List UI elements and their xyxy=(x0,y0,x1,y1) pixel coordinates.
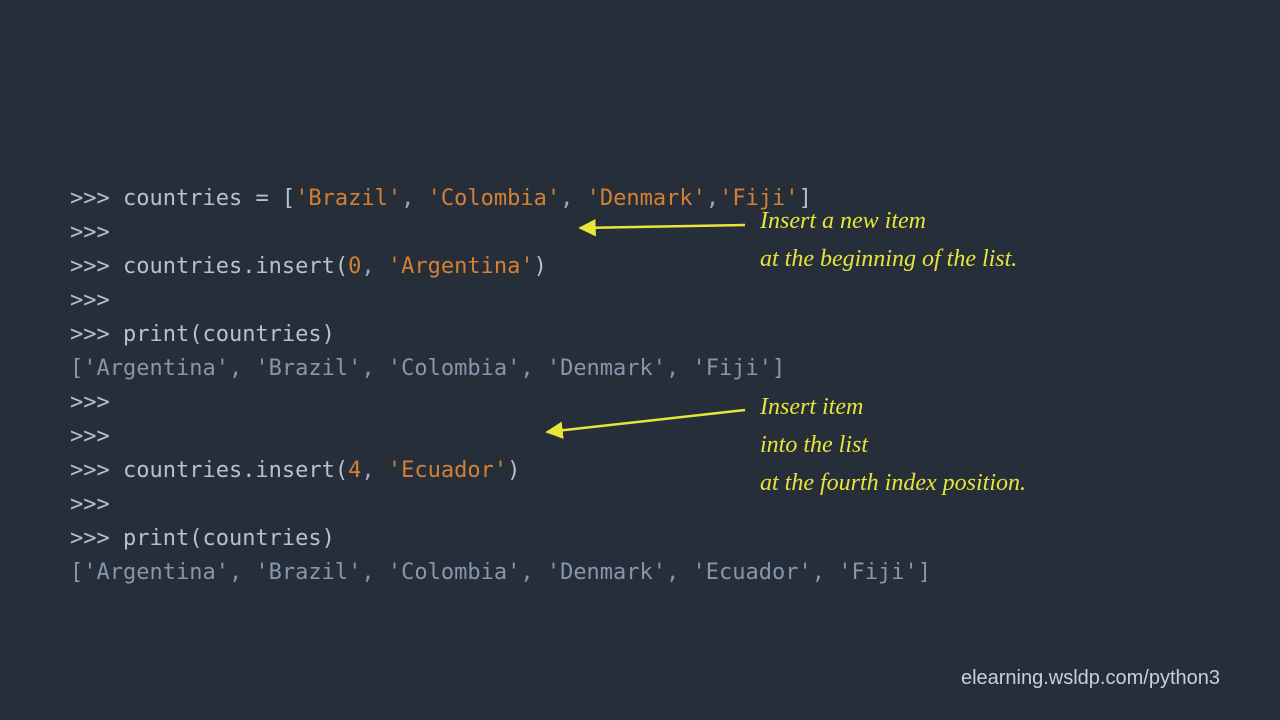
prompt: >>> xyxy=(70,424,110,449)
code-text: print(countries) xyxy=(123,322,335,347)
code-text: countries.insert( xyxy=(123,458,348,483)
prompt: >>> xyxy=(70,254,123,279)
annotation-line: Insert item xyxy=(760,388,1026,426)
code-text: , xyxy=(361,254,388,279)
code-text: ) xyxy=(534,254,547,279)
number-literal: 4 xyxy=(348,458,361,483)
number-literal: 0 xyxy=(348,254,361,279)
annotation-2: Insert item into the list at the fourth … xyxy=(760,388,1026,502)
prompt: >>> xyxy=(70,322,123,347)
code-text: print(countries) xyxy=(123,526,335,551)
code-text: countries.insert( xyxy=(123,254,348,279)
string-literal: 'Colombia' xyxy=(428,186,560,211)
string-literal: 'Ecuador' xyxy=(388,458,507,483)
prompt: >>> xyxy=(70,186,123,211)
slide: >>> countries = ['Brazil', 'Colombia', '… xyxy=(0,0,1280,720)
annotation-1: Insert a new item at the beginning of th… xyxy=(760,202,1017,278)
prompt: >>> xyxy=(70,390,110,415)
string-literal: 'Brazil' xyxy=(295,186,401,211)
annotation-line: at the beginning of the list. xyxy=(760,240,1017,278)
string-literal: 'Argentina' xyxy=(388,254,534,279)
prompt: >>> xyxy=(70,526,123,551)
annotation-line: Insert a new item xyxy=(760,202,1017,240)
prompt: >>> xyxy=(70,288,110,313)
output-line: ['Argentina', 'Brazil', 'Colombia', 'Den… xyxy=(70,356,785,381)
code-text: ) xyxy=(507,458,520,483)
prompt: >>> xyxy=(70,492,110,517)
annotation-line: at the fourth index position. xyxy=(760,464,1026,502)
string-literal: 'Denmark' xyxy=(587,186,706,211)
output-line: ['Argentina', 'Brazil', 'Colombia', 'Den… xyxy=(70,560,931,585)
prompt: >>> xyxy=(70,220,110,245)
code-text: , xyxy=(706,186,719,211)
code-text: countries xyxy=(123,186,255,211)
code-text: , xyxy=(560,186,587,211)
footer-attribution: elearning.wsldp.com/python3 xyxy=(961,667,1220,690)
code-text: = [ xyxy=(255,186,295,211)
code-text: , xyxy=(401,186,428,211)
code-text: , xyxy=(361,458,388,483)
prompt: >>> xyxy=(70,458,123,483)
annotation-line: into the list xyxy=(760,426,1026,464)
